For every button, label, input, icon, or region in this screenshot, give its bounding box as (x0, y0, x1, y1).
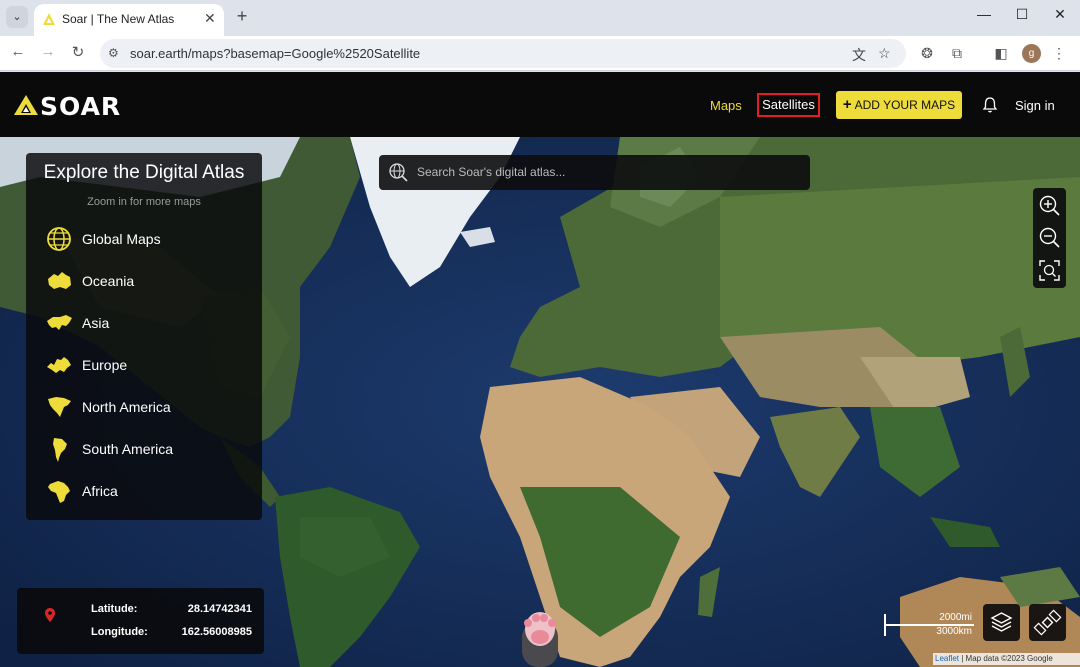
new-tab-button[interactable]: + (232, 6, 252, 27)
region-oceania[interactable]: Oceania (44, 267, 254, 295)
paw-mascot-icon[interactable] (516, 603, 564, 667)
soar-favicon-icon (43, 13, 55, 25)
logo-wordmark: SOAR (40, 92, 122, 121)
latitude-label: Latitude: (91, 603, 138, 615)
zoom-out-icon[interactable] (1038, 226, 1061, 249)
europe-icon (47, 357, 71, 373)
map-scale-bar: 2000mi 3000km (880, 612, 978, 638)
africa-icon (48, 481, 70, 503)
reload-button[interactable]: ↻ (68, 43, 88, 61)
location-pin-icon (45, 608, 55, 622)
translate-icon[interactable]: 文 (852, 45, 866, 65)
satellite-view-button[interactable] (1029, 604, 1066, 641)
minimize-button[interactable]: — (974, 6, 994, 22)
region-label: North America (82, 399, 171, 415)
side-panel-icon[interactable]: ◧ (992, 45, 1010, 62)
map-layers-button[interactable] (983, 604, 1020, 641)
nav-maps-link[interactable]: Maps (710, 98, 742, 113)
south-america-icon (53, 438, 67, 462)
region-label: Asia (82, 315, 110, 331)
layers-icon (990, 612, 1013, 632)
plus-icon: + (842, 96, 852, 113)
browser-toolbar: ← → ↻ ⚙ soar.earth/maps?basemap=Google%2… (0, 36, 1080, 71)
scale-imperial: 2000mi (939, 612, 972, 623)
address-bar[interactable]: ⚙ soar.earth/maps?basemap=Google%2520Sat… (100, 39, 906, 68)
url-text[interactable]: soar.earth/maps?basemap=Google%2520Satel… (130, 46, 420, 61)
region-label: South America (82, 441, 174, 457)
oceania-icon (48, 272, 71, 289)
atlas-panel-title: Explore the Digital Atlas (43, 162, 245, 183)
forward-button[interactable]: → (38, 43, 58, 60)
zoom-controls (1033, 188, 1066, 288)
extensions-puzzle-icon[interactable]: ⧉ (948, 45, 966, 62)
close-window-button[interactable]: ✕ (1050, 6, 1070, 23)
region-label: Europe (82, 357, 128, 373)
tab-search-button[interactable]: ⌄ (6, 6, 28, 28)
region-label: Africa (82, 483, 118, 499)
zoom-in-icon[interactable] (1038, 194, 1061, 217)
region-south-america[interactable]: South America (44, 435, 254, 463)
region-asia[interactable]: Asia (44, 309, 254, 337)
globe-icon (47, 227, 71, 251)
browser-menu-icon[interactable]: ⋮ (1050, 45, 1068, 62)
tab-close-button[interactable]: ✕ (204, 10, 216, 27)
globe-search-icon (389, 163, 408, 182)
north-america-icon (48, 397, 71, 417)
map-attribution: Leaflet | Map data ©2023 Google (933, 653, 1080, 665)
region-label: Oceania (82, 273, 135, 289)
leaflet-link[interactable]: Leaflet (935, 654, 959, 663)
atlas-search-box[interactable] (379, 155, 810, 190)
longitude-value: 162.56008985 (181, 626, 252, 638)
maximize-button[interactable]: ☐ (1012, 6, 1032, 23)
back-button[interactable]: ← (8, 43, 28, 60)
search-input[interactable] (417, 162, 797, 182)
add-your-maps-label: ADD YOUR MAPS (854, 98, 956, 112)
region-global-maps[interactable]: Global Maps (44, 225, 254, 253)
app-header: SOAR Maps Satellites + ADD YOUR MAPS Sign… (0, 72, 1080, 137)
browser-tab[interactable]: Soar | The New Atlas ✕ (34, 4, 224, 36)
region-europe[interactable]: Europe (44, 351, 254, 379)
region-africa[interactable]: Africa (44, 477, 254, 505)
sign-in-link[interactable]: Sign in (1015, 98, 1055, 113)
notification-bell-icon[interactable] (982, 96, 998, 114)
atlas-panel-subtitle: Zoom in for more maps (87, 196, 201, 208)
bookmark-star-icon[interactable]: ☆ (878, 45, 891, 62)
region-label: Global Maps (82, 231, 161, 247)
zoom-to-fit-icon[interactable] (1038, 259, 1061, 282)
latitude-value: 28.14742341 (187, 603, 252, 615)
tab-title: Soar | The New Atlas (62, 12, 175, 26)
nav-satellites-link[interactable]: Satellites (757, 93, 820, 117)
asia-icon (47, 315, 72, 330)
scale-metric: 3000km (936, 626, 972, 637)
coordinates-readout: Latitude: 28.14742341 Longitude: 162.560… (17, 588, 264, 654)
explore-atlas-panel: Explore the Digital Atlas Zoom in for mo… (26, 153, 262, 520)
satellite-icon (1033, 609, 1062, 636)
profile-avatar[interactable]: g (1022, 44, 1041, 63)
site-info-icon[interactable]: ⚙ (108, 46, 119, 60)
region-north-america[interactable]: North America (44, 393, 254, 421)
attribution-text: | Map data ©2023 Google (959, 654, 1053, 663)
browser-tabstrip: ⌄ Soar | The New Atlas ✕ + — ☐ ✕ (0, 0, 1080, 36)
soar-logo-icon (14, 95, 38, 115)
add-your-maps-button[interactable]: + ADD YOUR MAPS (836, 91, 962, 119)
longitude-label: Longitude: (91, 626, 148, 638)
extension-settings-icon[interactable]: ❂ (918, 45, 936, 62)
